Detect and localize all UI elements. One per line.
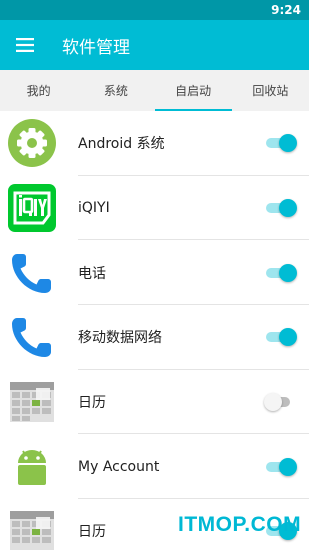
app-name: 电话 (78, 265, 106, 282)
autostart-toggle[interactable] (264, 393, 296, 412)
calendar-icon (8, 507, 56, 550)
app-bar: 软件管理 (0, 20, 309, 70)
app-name: iQIYI (78, 200, 110, 217)
tab-label: 我的 (26, 84, 51, 98)
app-name: 移动数据网络 (78, 330, 162, 347)
tab-bar: 我的 系统 自启动 回收站 (0, 70, 309, 111)
list-item: 日历 (0, 370, 309, 435)
tab-autostart[interactable]: 自启动 (154, 70, 233, 111)
status-bar: 9:24 (0, 0, 309, 20)
app-list: Android 系统 iQIYI 电话 移动数据网络 日历 My Account… (0, 111, 309, 550)
status-time: 9:24 (271, 3, 301, 17)
app-name: My Account (78, 458, 160, 475)
settings-gear-icon (8, 119, 56, 168)
list-item: 移动数据网络 (0, 305, 309, 370)
autostart-toggle[interactable] (266, 457, 297, 476)
app-name: Android 系统 (78, 136, 165, 153)
autostart-toggle[interactable] (266, 263, 297, 282)
menu-button[interactable] (0, 20, 50, 70)
autostart-toggle[interactable] (266, 134, 297, 153)
list-item: Android 系统 (0, 111, 309, 176)
autostart-toggle[interactable] (266, 328, 297, 347)
list-item: My Account (0, 434, 309, 500)
list-item: iQIYI (0, 176, 309, 241)
tab-mine[interactable]: 我的 (0, 70, 77, 111)
app-name: 日历 (78, 395, 106, 412)
menu-icon (16, 38, 34, 52)
tab-system[interactable]: 系统 (77, 70, 154, 111)
phone-icon (8, 249, 56, 297)
android-robot-icon (8, 443, 56, 491)
calendar-icon (8, 378, 56, 426)
phone-icon (8, 313, 56, 361)
iqiyi-logo-icon (8, 184, 56, 233)
tab-label: 回收站 (252, 84, 289, 98)
tab-recycle-bin[interactable]: 回收站 (232, 70, 309, 111)
list-item: 电话 (0, 240, 309, 306)
tab-label: 系统 (103, 84, 128, 98)
autostart-toggle[interactable] (266, 199, 297, 218)
tab-label: 自启动 (175, 84, 212, 98)
page-title: 软件管理 (62, 37, 130, 58)
watermark: ITMOP.COM (178, 513, 302, 536)
